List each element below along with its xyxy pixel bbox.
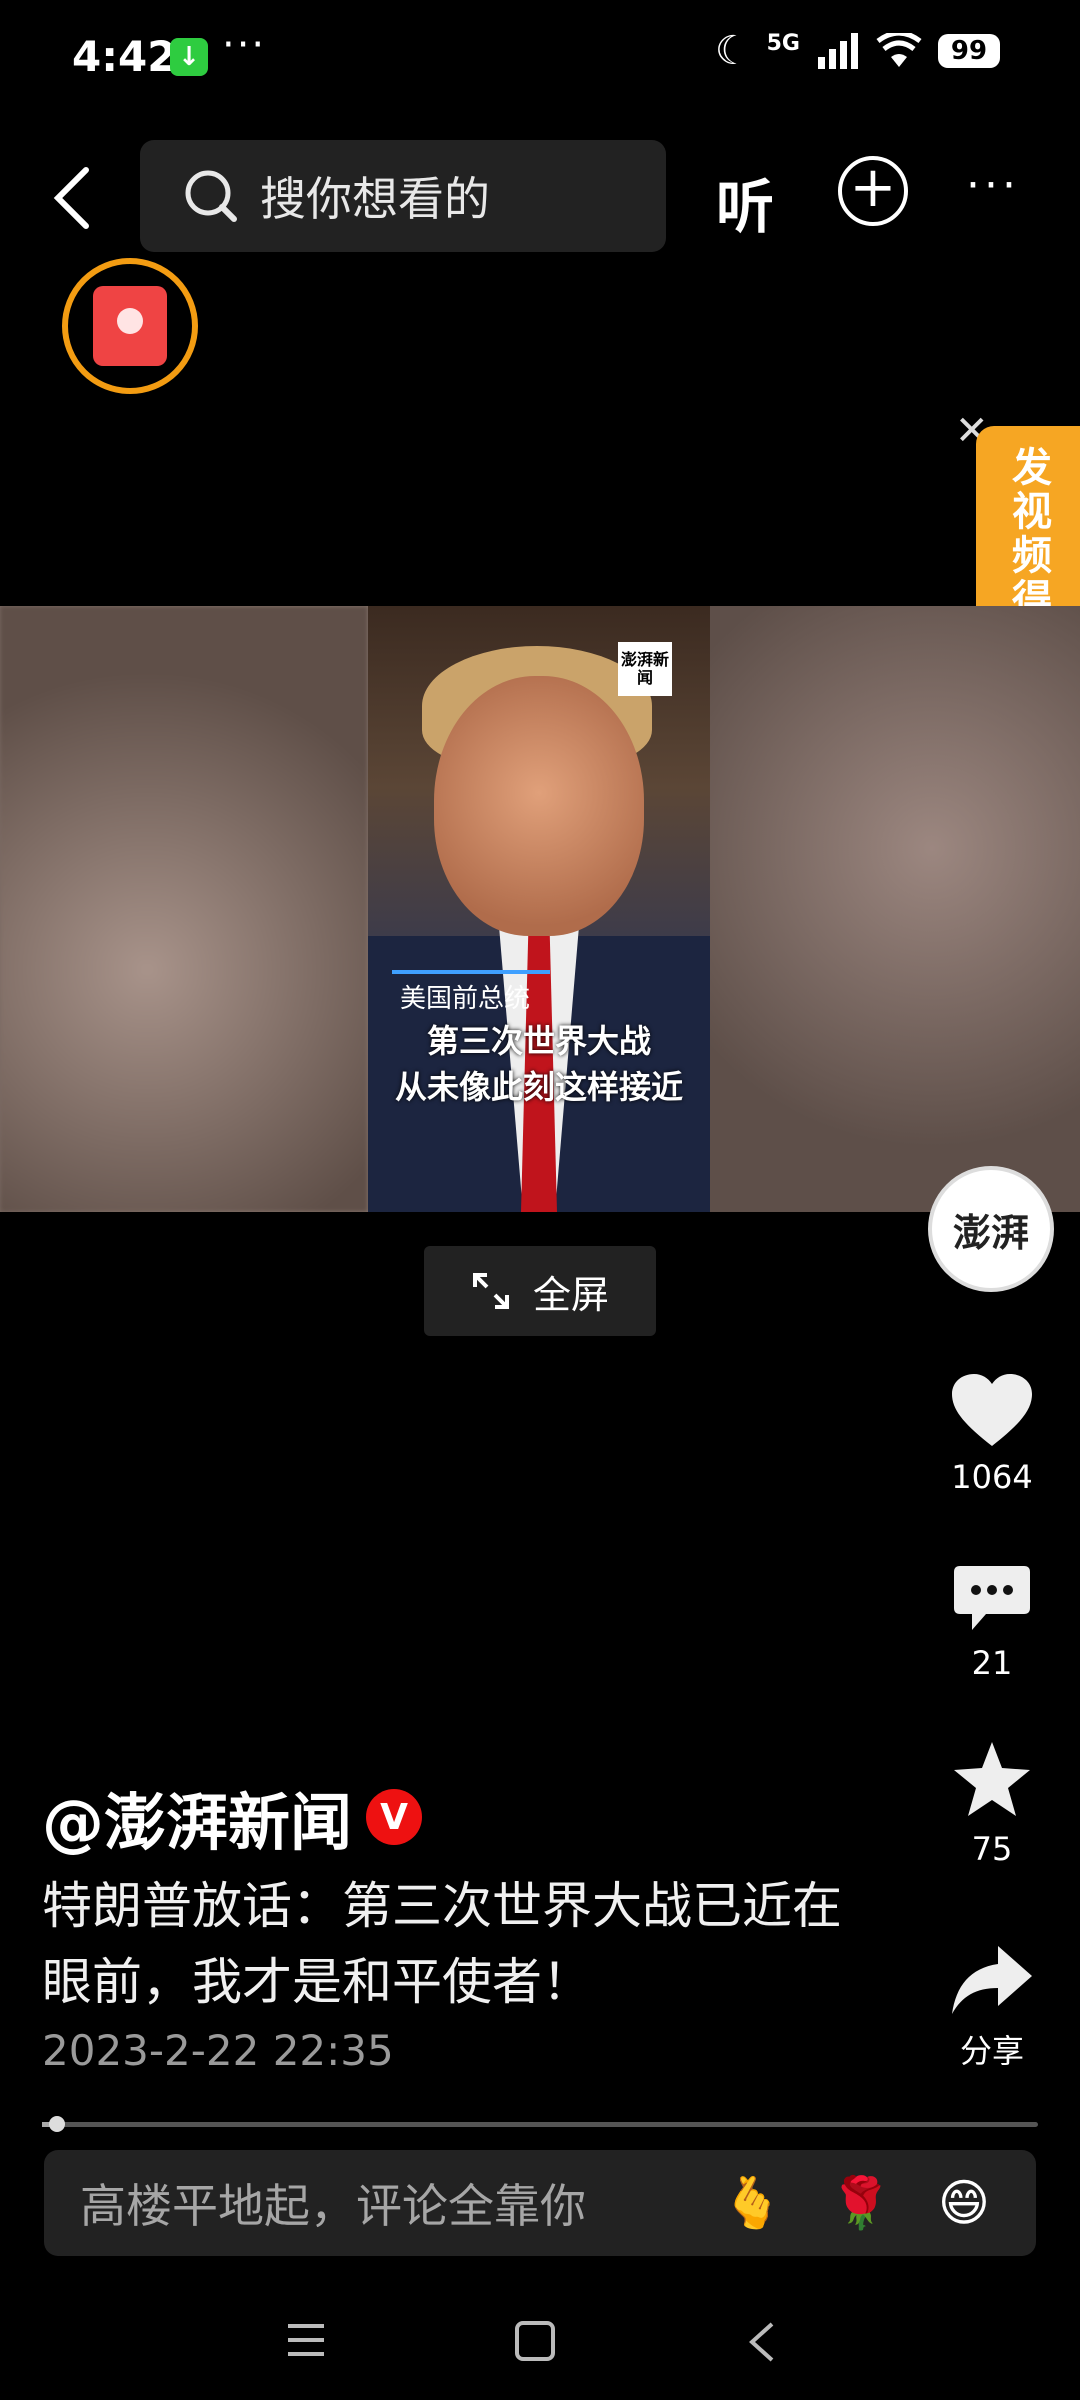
more-notifications-icon: ··· bbox=[222, 22, 267, 68]
star-icon bbox=[954, 1742, 1030, 1816]
menu-icon bbox=[288, 2324, 324, 2356]
news-logo: 澎湃新闻 bbox=[618, 642, 672, 696]
home-button[interactable] bbox=[514, 2320, 556, 2366]
back-button[interactable] bbox=[44, 158, 100, 238]
comment-count: 21 bbox=[971, 1644, 1013, 1682]
add-button[interactable]: + bbox=[838, 156, 908, 226]
search-icon bbox=[185, 170, 237, 222]
recent-apps-button[interactable] bbox=[284, 2320, 328, 2364]
caption-small: 美国前总统 bbox=[400, 984, 531, 1014]
search-placeholder: 搜你想看的 bbox=[260, 172, 490, 226]
red-envelope-button[interactable] bbox=[62, 258, 198, 394]
wifi-icon bbox=[876, 33, 922, 67]
video-blur-right bbox=[710, 606, 1080, 1212]
video-blur-left bbox=[0, 606, 368, 1212]
caption-line-1: 第三次世界大战 bbox=[426, 1022, 651, 1060]
heart-icon bbox=[952, 1374, 1032, 1446]
video-player[interactable]: 澎湃新闻 美国前总统 第三次世界大战 从未像此刻这样接近 bbox=[0, 606, 1080, 1212]
fullscreen-button[interactable]: 全屏 bbox=[424, 1246, 656, 1336]
author-avatar[interactable]: 澎湃 bbox=[928, 1166, 1054, 1292]
like-button[interactable]: 1064 bbox=[930, 1372, 1054, 1496]
video-description: 特朗普放话：第三次世界大战已近在眼前，我才是和平使者！ bbox=[42, 1877, 842, 2011]
post-date: 2023-2-22 22:35 bbox=[42, 2026, 394, 2075]
moon-icon: ☾ bbox=[714, 28, 751, 74]
status-icons: ☾ 5G 99 bbox=[715, 28, 1000, 74]
emoji-finger-heart[interactable]: 🫰 bbox=[721, 2174, 783, 2233]
caption-accent-line bbox=[392, 970, 550, 974]
comment-input[interactable]: 高楼平地起，评论全靠你 🫰 🌹 😄 bbox=[44, 2150, 1036, 2256]
share-icon bbox=[952, 1946, 1032, 2014]
plus-icon: + bbox=[849, 155, 897, 220]
comment-icon bbox=[954, 1566, 1030, 1630]
author-name-row[interactable]: @澎湃新闻 V bbox=[42, 1772, 423, 1862]
favorite-button[interactable]: 75 bbox=[930, 1740, 1054, 1868]
video-progress-bar[interactable] bbox=[42, 2116, 1038, 2132]
video-frame: 澎湃新闻 美国前总统 第三次世界大战 从未像此刻这样接近 bbox=[368, 606, 710, 1212]
status-time: 4:42 bbox=[72, 32, 177, 81]
share-label: 分享 bbox=[959, 2032, 1024, 2070]
battery-indicator: 99 bbox=[938, 34, 1000, 68]
favorite-count: 75 bbox=[971, 1830, 1013, 1868]
red-envelope-icon bbox=[93, 286, 167, 366]
search-input[interactable]: 搜你想看的 bbox=[140, 140, 666, 252]
network-label: 5G bbox=[766, 30, 800, 56]
square-icon bbox=[515, 2321, 555, 2361]
comment-button[interactable]: 21 bbox=[930, 1564, 1054, 1682]
emoji-laugh[interactable]: 😄 bbox=[938, 2174, 990, 2232]
more-options-button[interactable]: ··· bbox=[966, 160, 1020, 211]
expand-icon bbox=[472, 1273, 509, 1309]
video-face bbox=[434, 676, 644, 936]
back-arrow-icon bbox=[749, 2322, 774, 2362]
listen-button[interactable]: 听 bbox=[716, 160, 774, 244]
fullscreen-label: 全屏 bbox=[532, 1272, 609, 1317]
progress-knob[interactable] bbox=[48, 2116, 65, 2132]
comment-placeholder: 高楼平地起，评论全靠你 bbox=[80, 2179, 586, 2233]
chevron-left-icon bbox=[53, 167, 89, 229]
verified-badge: V bbox=[366, 1789, 423, 1845]
author-name[interactable]: @澎湃新闻 bbox=[42, 1772, 352, 1862]
share-button[interactable]: 分享 bbox=[930, 1944, 1054, 2072]
signal-icon bbox=[818, 33, 858, 69]
caption-line-2: 从未像此刻这样接近 bbox=[394, 1068, 683, 1106]
download-notification-icon: ↓ bbox=[170, 38, 208, 76]
system-back-button[interactable] bbox=[746, 2320, 776, 2368]
like-count: 1064 bbox=[951, 1458, 1033, 1496]
emoji-rose[interactable]: 🌹 bbox=[830, 2174, 892, 2233]
